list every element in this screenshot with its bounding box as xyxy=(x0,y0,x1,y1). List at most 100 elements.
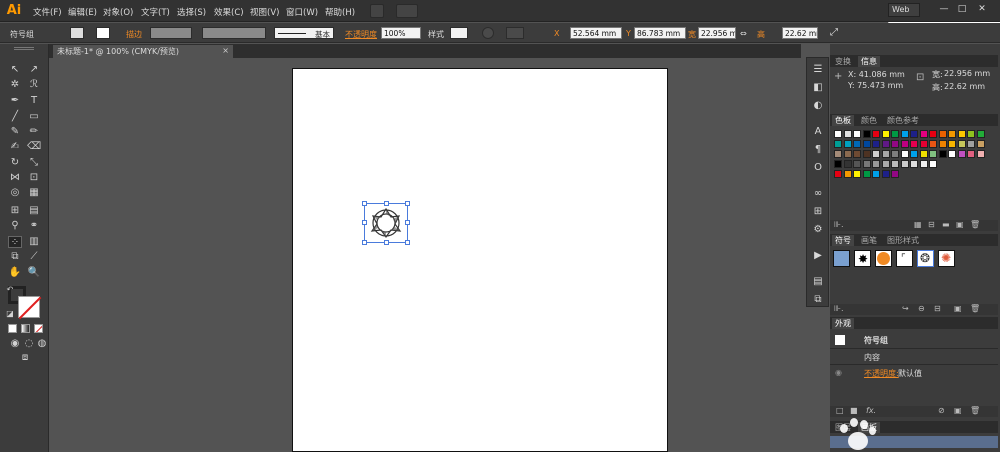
symbol-thumb-ring[interactable]: ❂ xyxy=(917,250,934,267)
swatch-color[interactable] xyxy=(843,150,852,158)
align-panel-icon[interactable]: ▤ xyxy=(811,276,825,288)
handle-top[interactable] xyxy=(384,201,389,206)
pencil-tool-icon[interactable]: ✏ xyxy=(27,126,41,138)
swatch-color[interactable] xyxy=(862,140,871,148)
gradient-tool-icon[interactable]: ▤ xyxy=(27,205,41,217)
place-symbol-icon[interactable]: ↪ xyxy=(902,304,909,313)
fill-swatch[interactable] xyxy=(70,27,84,39)
handle-bottom-right[interactable] xyxy=(405,240,410,245)
symbol-thumb-corner[interactable]: ⌜ xyxy=(896,250,913,267)
swatch-color[interactable] xyxy=(910,140,918,148)
minimize-button[interactable]: — xyxy=(938,3,950,15)
bridge-button[interactable] xyxy=(370,4,384,18)
symbol-thumb-bar[interactable] xyxy=(833,250,850,267)
stroke-swatch[interactable] xyxy=(96,27,110,39)
width-tool-icon[interactable]: ⋈ xyxy=(8,172,22,184)
swatch-color[interactable] xyxy=(834,140,842,148)
character-panel-icon[interactable]: A xyxy=(811,126,825,138)
handle-left[interactable] xyxy=(362,220,367,225)
swatch-color[interactable] xyxy=(919,130,928,138)
swatch-color[interactable] xyxy=(872,130,880,138)
swatch-color[interactable] xyxy=(929,140,937,148)
swatch-kinds-icon[interactable]: ▦ xyxy=(914,220,922,229)
workspace-switcher[interactable]: Web xyxy=(888,3,920,17)
swap-colors-icon[interactable]: ↶ xyxy=(3,284,17,296)
menu-select[interactable]: 选择(S) xyxy=(177,6,206,18)
swatch-color[interactable] xyxy=(976,140,985,148)
lasso-tool-icon[interactable]: ℛ xyxy=(27,79,41,91)
screen-mode-icon[interactable]: ⧈ xyxy=(18,352,32,364)
color-mode-button[interactable] xyxy=(8,324,17,333)
free-transform-tool-icon[interactable]: ⊡ xyxy=(27,172,41,184)
swatch-color[interactable] xyxy=(834,150,842,158)
blob-brush-tool-icon[interactable]: ✍ xyxy=(8,141,22,153)
swatch-color[interactable] xyxy=(976,150,985,158)
style-swatch[interactable] xyxy=(450,27,468,39)
swatch-color[interactable] xyxy=(891,130,899,138)
links-panel-icon[interactable]: ∞ xyxy=(811,188,825,200)
selection-tool-icon[interactable]: ↖ xyxy=(8,64,22,76)
x-input[interactable]: 52.564 mm xyxy=(570,27,622,39)
symbol-sprayer-tool-icon[interactable]: ⁘ xyxy=(8,236,22,248)
swatch-color[interactable] xyxy=(872,160,880,168)
swatch-color[interactable] xyxy=(919,160,928,168)
swatch-color[interactable] xyxy=(938,130,947,138)
swatch-color[interactable] xyxy=(967,140,975,148)
zoom-tool-icon[interactable]: 🔍 xyxy=(27,267,41,279)
draw-behind-icon[interactable]: ◌ xyxy=(22,338,36,350)
panel-menu-icon[interactable]: ☰ xyxy=(811,64,825,76)
w-input[interactable]: 22.956 mm xyxy=(698,27,736,39)
menu-file[interactable]: 文件(F) xyxy=(33,6,62,18)
swatch-color[interactable] xyxy=(891,170,899,178)
menu-help[interactable]: 帮助(H) xyxy=(325,6,355,18)
close-tab-icon[interactable]: × xyxy=(222,46,229,55)
tab-transform[interactable]: 变换 xyxy=(832,56,854,67)
menu-effect[interactable]: 效果(C) xyxy=(214,6,244,18)
swatch-color[interactable] xyxy=(881,150,890,158)
swatch-color[interactable] xyxy=(900,130,909,138)
add-effect-icon[interactable]: fx. xyxy=(866,406,876,415)
scale-tool-icon[interactable]: ⤡ xyxy=(27,157,41,169)
gradient-panel-icon[interactable]: ◧ xyxy=(811,82,825,94)
shape-builder-tool-icon[interactable]: ◎ xyxy=(8,187,22,199)
swatch-color[interactable] xyxy=(881,140,890,148)
h-input[interactable]: 22.62 mm xyxy=(782,27,818,39)
arrange-documents-button[interactable] xyxy=(396,4,418,18)
opacity-input[interactable]: 100% xyxy=(381,27,421,39)
tab-color[interactable]: 颜色 xyxy=(858,115,880,126)
symbol-thumb-orange[interactable] xyxy=(875,250,892,267)
swatch-color[interactable] xyxy=(843,130,852,138)
swatch-color[interactable] xyxy=(976,130,985,138)
swatch-color[interactable] xyxy=(948,140,956,148)
swatch-color[interactable] xyxy=(872,150,880,158)
stroke-weight-field[interactable] xyxy=(150,27,192,39)
swatch-color[interactable] xyxy=(910,160,918,168)
perspective-grid-tool-icon[interactable]: ▦ xyxy=(27,187,41,199)
swatch-color[interactable] xyxy=(881,160,890,168)
transparency-panel-icon[interactable]: ◐ xyxy=(811,100,825,112)
variable-width-field[interactable] xyxy=(202,27,266,39)
document-tab[interactable]: 未标题-1* @ 100% (CMYK/预览) × xyxy=(53,45,233,58)
swatch-color[interactable] xyxy=(910,150,918,158)
menu-view[interactable]: 视图(V) xyxy=(250,6,279,18)
tab-graphic-styles[interactable]: 图形样式 xyxy=(884,235,922,246)
swatch-options-icon[interactable]: ⊟ xyxy=(928,220,935,229)
menu-object[interactable]: 对象(O) xyxy=(103,6,133,18)
pathfinder-panel-icon[interactable]: ⧉ xyxy=(811,294,825,306)
swatch-color[interactable] xyxy=(834,130,842,138)
new-symbol-icon[interactable]: ▣ xyxy=(954,304,962,313)
slice-tool-icon[interactable]: ⟋ xyxy=(27,251,41,263)
align-icon[interactable] xyxy=(506,27,524,39)
swatch-color[interactable] xyxy=(834,160,842,168)
maximize-button[interactable]: □ xyxy=(956,3,968,15)
line-tool-icon[interactable]: ╱ xyxy=(8,111,22,123)
transparency-label[interactable]: 不透明度 xyxy=(345,29,377,40)
fill-color-box[interactable] xyxy=(18,296,42,320)
eyedropper-tool-icon[interactable]: ⚲ xyxy=(8,220,22,232)
add-stroke-icon[interactable]: □ xyxy=(836,406,844,415)
swatch-color[interactable] xyxy=(872,140,880,148)
swatch-color[interactable] xyxy=(938,140,947,148)
new-color-group-icon[interactable]: ▬ xyxy=(942,220,950,229)
transform-icon[interactable]: ⤢ xyxy=(830,27,838,38)
add-fill-icon[interactable]: ■ xyxy=(850,406,858,415)
